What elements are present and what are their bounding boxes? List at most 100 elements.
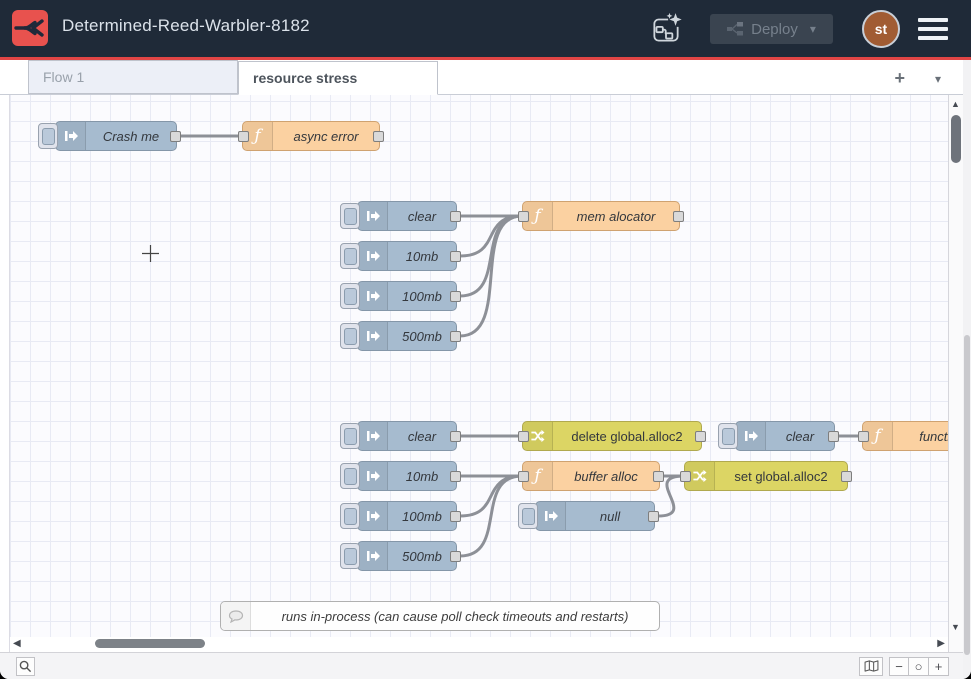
node-inject-100mb[interactable]: 100mb [340, 501, 457, 531]
flow-list-caret-icon[interactable]: ▾ [935, 72, 941, 86]
inject-icon [358, 242, 388, 270]
menu-bar [918, 27, 948, 31]
page-title: Determined-Reed-Warbler-8182 [62, 16, 310, 36]
inject-icon [358, 462, 388, 490]
scroll-right-icon[interactable]: ▶ [937, 638, 945, 649]
inject-button[interactable] [340, 203, 360, 229]
output-port[interactable] [695, 431, 706, 442]
canvas-left-edge [0, 95, 10, 652]
horizontal-scrollbar-thumb[interactable] [95, 639, 205, 648]
main-menu-button[interactable] [918, 18, 948, 40]
node-inject-clear[interactable]: clear [340, 201, 457, 231]
inject-button[interactable] [340, 323, 360, 349]
node-inject-crash-me[interactable]: Crash me [38, 121, 177, 151]
inject-icon [358, 322, 388, 350]
output-port[interactable] [673, 211, 684, 222]
scroll-down-icon[interactable]: ▼ [951, 622, 960, 632]
output-port[interactable] [653, 471, 664, 482]
inject-icon [358, 202, 388, 230]
node-change-set-global-alloc2[interactable]: set global.alloc2 [684, 461, 848, 491]
node-comment[interactable]: runs in-process (can cause poll check ti… [220, 601, 660, 631]
output-port[interactable] [450, 511, 461, 522]
output-port[interactable] [450, 431, 461, 442]
node-red-window: Determined-Reed-Warbler-8182 Deploy ▾ st [0, 0, 971, 679]
node-function-async-error[interactable]: ƒ async error [242, 121, 380, 151]
input-port[interactable] [518, 211, 529, 222]
output-port[interactable] [170, 131, 181, 142]
output-port[interactable] [828, 431, 839, 442]
output-port[interactable] [450, 331, 461, 342]
zoom-out-button[interactable]: − [889, 657, 909, 676]
node-inject-10mb[interactable]: 10mb [340, 461, 457, 491]
deploy-icon [727, 22, 743, 36]
wire[interactable] [658, 476, 684, 516]
flowfuse-logo-icon[interactable] [12, 10, 48, 46]
output-port[interactable] [450, 471, 461, 482]
input-port[interactable] [518, 431, 529, 442]
inject-button[interactable] [340, 543, 360, 569]
node-inject-500mb[interactable]: 500mb [340, 541, 457, 571]
scroll-left-icon[interactable]: ◀ [13, 638, 21, 649]
node-change-delete-global-alloc2[interactable]: delete global.alloc2 [522, 421, 702, 451]
zoom-reset-button[interactable]: ○ [909, 657, 929, 676]
output-port[interactable] [450, 211, 461, 222]
tab-flow-1[interactable]: Flow 1 [28, 60, 238, 94]
window-scrollbar-thumb[interactable] [964, 335, 970, 655]
input-port[interactable] [238, 131, 249, 142]
deploy-button[interactable]: Deploy ▾ [710, 14, 833, 44]
inject-button[interactable] [340, 503, 360, 529]
inject-button[interactable] [340, 423, 360, 449]
node-inject-500mb[interactable]: 500mb [340, 321, 457, 351]
node-function-buffer-alloc[interactable]: ƒ buffer alloc [522, 461, 660, 491]
output-port[interactable] [450, 551, 461, 562]
node-inject-null[interactable]: null [518, 501, 655, 531]
output-port[interactable] [373, 131, 384, 142]
node-inject-clear[interactable]: clear [340, 421, 457, 451]
node-inject-clear[interactable]: clear [718, 421, 835, 451]
header-bar: Determined-Reed-Warbler-8182 Deploy ▾ st [0, 0, 971, 60]
tab-resource-stress[interactable]: resource stress [238, 61, 438, 95]
inject-button[interactable] [38, 123, 58, 149]
output-port[interactable] [450, 251, 461, 262]
inject-button[interactable] [340, 463, 360, 489]
tab-label: resource stress [253, 70, 357, 86]
node-function-mem-alocator[interactable]: ƒ mem alocator [522, 201, 680, 231]
node-inject-100mb[interactable]: 100mb [340, 281, 457, 311]
scroll-up-icon[interactable]: ▲ [951, 99, 960, 109]
inject-icon [736, 422, 766, 450]
deploy-label: Deploy [751, 21, 798, 38]
vertical-scrollbar-thumb[interactable] [951, 115, 961, 163]
inject-button[interactable] [340, 283, 360, 309]
menu-bar [918, 18, 948, 22]
inject-icon [358, 282, 388, 310]
inject-icon [358, 422, 388, 450]
node-inject-10mb[interactable]: 10mb [340, 241, 457, 271]
deploy-caret-icon[interactable]: ▾ [810, 22, 816, 36]
inject-button[interactable] [340, 243, 360, 269]
flow-canvas[interactable]: Crash me ƒ async error clear [0, 95, 948, 637]
output-port[interactable] [841, 471, 852, 482]
user-avatar[interactable]: st [862, 10, 900, 48]
workspace-tab-bar: Flow 1 resource stress + ▾ [0, 60, 963, 95]
horizontal-scrollbar[interactable]: ◀ ▶ [10, 637, 948, 652]
footer-toolbar: − ○ + [0, 652, 963, 679]
input-port[interactable] [680, 471, 691, 482]
zoom-in-button[interactable]: + [929, 657, 949, 676]
vertical-scrollbar[interactable]: ▲ ▼ [948, 95, 963, 652]
tab-label: Flow 1 [43, 69, 84, 85]
input-port[interactable] [518, 471, 529, 482]
inject-button[interactable] [518, 503, 538, 529]
window-scrollbar[interactable] [963, 60, 971, 679]
node-function[interactable]: ƒ function [862, 421, 948, 451]
inject-icon [358, 542, 388, 570]
add-flow-button[interactable]: + [894, 68, 905, 89]
map-icon [864, 660, 879, 672]
input-port[interactable] [858, 431, 869, 442]
navigator-button[interactable] [859, 657, 883, 676]
search-button[interactable] [16, 657, 35, 676]
inject-button[interactable] [718, 423, 738, 449]
menu-bar [918, 36, 948, 40]
ai-flow-icon[interactable] [648, 11, 684, 47]
output-port[interactable] [648, 511, 659, 522]
output-port[interactable] [450, 291, 461, 302]
